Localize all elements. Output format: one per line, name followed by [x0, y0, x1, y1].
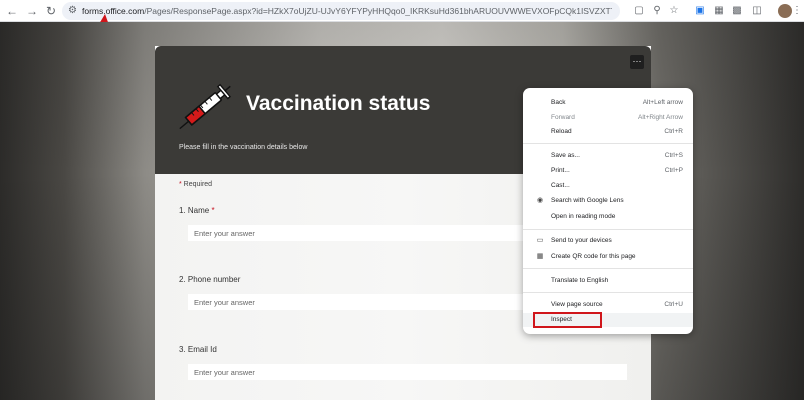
question-label: 1. Name * — [179, 206, 215, 215]
back-icon[interactable]: ← — [4, 3, 20, 19]
reload-icon[interactable]: ↻ — [43, 3, 59, 19]
menu-item-qr-code[interactable]: ▦ Create QR code for this page — [523, 250, 693, 264]
menu-item-shortcut: Ctrl+R — [664, 128, 683, 135]
zoom-icon[interactable]: ⚲ — [650, 4, 664, 18]
menu-item-label: Create QR code for this page — [551, 253, 636, 260]
menu-item-label: Send to your devices — [551, 237, 612, 244]
syringe-icon — [179, 83, 232, 130]
menu-item-forward[interactable]: Forward Alt+Right Arrow — [523, 111, 693, 125]
menu-item-shortcut: Alt+Right Arrow — [638, 114, 683, 121]
form-title: Vaccination status — [246, 92, 431, 115]
menu-separator — [523, 268, 693, 269]
question-1-text: 1. Name — [179, 206, 210, 215]
required-star: * — [211, 206, 215, 215]
email-input[interactable] — [188, 364, 627, 380]
menu-item-label: Back — [551, 99, 566, 106]
menu-item-label: View page source — [551, 301, 603, 308]
menu-item-shortcut: Ctrl+P — [664, 167, 683, 174]
forward-icon[interactable]: → — [24, 3, 40, 19]
form-subtitle: Please fill in the vaccination details b… — [179, 144, 308, 151]
question-2-text: 2. Phone number — [179, 275, 241, 284]
menu-item-reload[interactable]: Reload Ctrl+R — [523, 125, 693, 139]
menu-item-shortcut: Ctrl+U — [664, 301, 683, 308]
lens-icon: ◉ — [536, 197, 544, 204]
menu-item-view-source[interactable]: View page source Ctrl+U — [523, 298, 693, 312]
menu-item-reading-mode[interactable]: Open in reading mode — [523, 210, 693, 224]
menu-item-label: Save as... — [551, 152, 580, 159]
address-bar[interactable]: ⚙ forms.office.com/Pages/ResponsePage.as… — [62, 2, 620, 20]
menu-separator — [523, 229, 693, 230]
required-note: * Required — [179, 181, 212, 188]
menu-item-label: Translate to English — [551, 277, 609, 284]
media-icon[interactable]: ▦ — [712, 4, 726, 18]
menu-item-label: Reload — [551, 128, 572, 135]
required-label: Required — [183, 181, 213, 188]
question-label: 3. Email Id — [179, 345, 217, 354]
menu-item-cast[interactable]: Cast... — [523, 179, 693, 193]
menu-item-shortcut: Ctrl+S — [664, 152, 683, 159]
context-menu: Back Alt+Left arrow Forward Alt+Right Arro… — [523, 88, 693, 334]
devices-icon: ▭ — [536, 237, 544, 244]
menu-item-print[interactable]: Print... Ctrl+P — [523, 164, 693, 178]
qr-code-icon: ▦ — [536, 253, 544, 260]
menu-separator — [523, 292, 693, 293]
question-3-text: 3. Email Id — [179, 345, 217, 354]
menu-item-label: Search with Google Lens — [551, 197, 624, 204]
extension-icon[interactable]: ▣ — [693, 4, 707, 18]
menu-item-back[interactable]: Back Alt+Left arrow — [523, 96, 693, 110]
cast-icon[interactable]: ▢ — [632, 4, 646, 18]
sidebar-icon[interactable]: ◫ — [750, 4, 764, 18]
menu-item-google-lens[interactable]: ◉ Search with Google Lens — [523, 194, 693, 208]
menu-icon[interactable]: ⋮ — [792, 4, 802, 18]
menu-item-send-to-devices[interactable]: ▭ Send to your devices — [523, 234, 693, 248]
inspect-highlight-box — [533, 312, 602, 328]
bookmark-star-icon[interactable]: ☆ — [667, 4, 681, 18]
url-text[interactable]: forms.office.com/Pages/ResponsePage.aspx… — [82, 5, 612, 17]
more-options-button[interactable]: ··· — [630, 55, 644, 69]
menu-item-label: Open in reading mode — [551, 213, 616, 220]
avatar[interactable] — [778, 4, 792, 18]
site-info-icon[interactable]: ⚙ — [68, 4, 77, 18]
menu-separator — [523, 143, 693, 144]
menu-item-label: Forward — [551, 114, 575, 121]
menu-item-label: Cast... — [551, 182, 570, 189]
menu-item-translate[interactable]: Translate to English — [523, 274, 693, 288]
question-label: 2. Phone number — [179, 275, 240, 284]
menu-item-label: Print... — [551, 167, 570, 174]
url-path: /Pages/ResponsePage.aspx?id=HZkX7oUjZU-U… — [144, 6, 612, 16]
side-panel-icon[interactable]: ▩ — [730, 4, 744, 18]
menu-item-shortcut: Alt+Left arrow — [642, 99, 683, 106]
browser-toolbar: ← → ↻ ⚙ forms.office.com/Pages/ResponseP… — [0, 0, 804, 22]
menu-item-save-as[interactable]: Save as... Ctrl+S — [523, 149, 693, 163]
